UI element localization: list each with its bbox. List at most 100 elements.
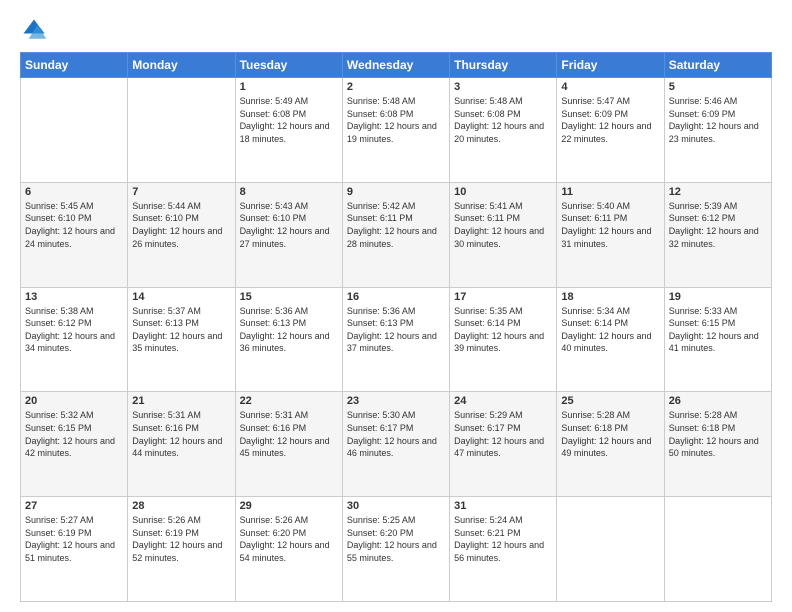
day-header-tuesday: Tuesday [235, 53, 342, 78]
calendar-cell: 14 Sunrise: 5:37 AM Sunset: 6:13 PM Dayli… [128, 287, 235, 392]
day-number: 28 [132, 500, 230, 512]
day-number: 30 [347, 500, 445, 512]
day-header-thursday: Thursday [450, 53, 557, 78]
calendar-cell: 2 Sunrise: 5:48 AM Sunset: 6:08 PM Daylig… [342, 78, 449, 183]
day-number: 11 [561, 186, 659, 198]
day-info: Sunrise: 5:48 AM Sunset: 6:08 PM Dayligh… [347, 95, 445, 145]
calendar-cell: 13 Sunrise: 5:38 AM Sunset: 6:12 PM Dayli… [21, 287, 128, 392]
week-row-4: 27 Sunrise: 5:27 AM Sunset: 6:19 PM Dayli… [21, 497, 772, 602]
logo-icon [20, 16, 48, 44]
day-number: 16 [347, 291, 445, 303]
day-header-sunday: Sunday [21, 53, 128, 78]
day-info: Sunrise: 5:41 AM Sunset: 6:11 PM Dayligh… [454, 200, 552, 250]
day-number: 8 [240, 186, 338, 198]
day-number: 29 [240, 500, 338, 512]
calendar-cell: 8Sunrise: 5:43 AM Sunset: 6:10 PM Daylig… [235, 182, 342, 287]
calendar-cell [21, 78, 128, 183]
calendar-cell [664, 497, 771, 602]
calendar-cell: 31 Sunrise: 5:24 AM Sunset: 6:21 PM Dayli… [450, 497, 557, 602]
day-info: Sunrise: 5:32 AM Sunset: 6:15 PM Dayligh… [25, 409, 123, 459]
calendar-cell: 30Sunrise: 5:25 AM Sunset: 6:20 PM Dayli… [342, 497, 449, 602]
calendar-cell: 28 Sunrise: 5:26 AM Sunset: 6:19 PM Dayli… [128, 497, 235, 602]
day-number: 24 [454, 395, 552, 407]
week-row-0: 1Sunrise: 5:49 AM Sunset: 6:08 PM Daylig… [21, 78, 772, 183]
calendar-cell: 17 Sunrise: 5:35 AM Sunset: 6:14 PM Dayli… [450, 287, 557, 392]
day-number: 27 [25, 500, 123, 512]
day-number: 25 [561, 395, 659, 407]
calendar-cell: 7Sunrise: 5:44 AM Sunset: 6:10 PM Daylig… [128, 182, 235, 287]
day-info: Sunrise: 5:42 AM Sunset: 6:11 PM Dayligh… [347, 200, 445, 250]
calendar-cell: 27 Sunrise: 5:27 AM Sunset: 6:19 PM Dayli… [21, 497, 128, 602]
header [20, 16, 772, 44]
day-info: Sunrise: 5:46 AM Sunset: 6:09 PM Dayligh… [669, 95, 767, 145]
calendar-cell: 21Sunrise: 5:31 AM Sunset: 6:16 PM Dayli… [128, 392, 235, 497]
day-number: 7 [132, 186, 230, 198]
calendar-cell: 26 Sunrise: 5:28 AM Sunset: 6:18 PM Dayli… [664, 392, 771, 497]
day-info: Sunrise: 5:24 AM Sunset: 6:21 PM Dayligh… [454, 514, 552, 564]
calendar-cell: 24 Sunrise: 5:29 AM Sunset: 6:17 PM Dayli… [450, 392, 557, 497]
day-number: 20 [25, 395, 123, 407]
calendar-cell: 9 Sunrise: 5:42 AM Sunset: 6:11 PM Daylig… [342, 182, 449, 287]
day-header-saturday: Saturday [664, 53, 771, 78]
day-number: 26 [669, 395, 767, 407]
calendar-cell: 25 Sunrise: 5:28 AM Sunset: 6:18 PM Dayli… [557, 392, 664, 497]
day-number: 4 [561, 81, 659, 93]
logo [20, 16, 52, 44]
day-number: 9 [347, 186, 445, 198]
day-info: Sunrise: 5:36 AM Sunset: 6:13 PM Dayligh… [347, 305, 445, 355]
day-info: Sunrise: 5:48 AM Sunset: 6:08 PM Dayligh… [454, 95, 552, 145]
day-number: 14 [132, 291, 230, 303]
day-info: Sunrise: 5:37 AM Sunset: 6:13 PM Dayligh… [132, 305, 230, 355]
day-number: 13 [25, 291, 123, 303]
day-number: 31 [454, 500, 552, 512]
day-info: Sunrise: 5:29 AM Sunset: 6:17 PM Dayligh… [454, 409, 552, 459]
day-number: 18 [561, 291, 659, 303]
day-info: Sunrise: 5:38 AM Sunset: 6:12 PM Dayligh… [25, 305, 123, 355]
day-info: Sunrise: 5:45 AM Sunset: 6:10 PM Dayligh… [25, 200, 123, 250]
calendar-cell: 3 Sunrise: 5:48 AM Sunset: 6:08 PM Daylig… [450, 78, 557, 183]
day-number: 10 [454, 186, 552, 198]
day-info: Sunrise: 5:28 AM Sunset: 6:18 PM Dayligh… [561, 409, 659, 459]
calendar-cell [128, 78, 235, 183]
calendar-cell: 18Sunrise: 5:34 AM Sunset: 6:14 PM Dayli… [557, 287, 664, 392]
day-number: 23 [347, 395, 445, 407]
day-number: 17 [454, 291, 552, 303]
week-row-1: 6 Sunrise: 5:45 AM Sunset: 6:10 PM Daylig… [21, 182, 772, 287]
day-info: Sunrise: 5:26 AM Sunset: 6:19 PM Dayligh… [132, 514, 230, 564]
day-number: 12 [669, 186, 767, 198]
day-info: Sunrise: 5:33 AM Sunset: 6:15 PM Dayligh… [669, 305, 767, 355]
day-info: Sunrise: 5:27 AM Sunset: 6:19 PM Dayligh… [25, 514, 123, 564]
day-info: Sunrise: 5:30 AM Sunset: 6:17 PM Dayligh… [347, 409, 445, 459]
calendar-cell: 23 Sunrise: 5:30 AM Sunset: 6:17 PM Dayli… [342, 392, 449, 497]
calendar-cell: 1Sunrise: 5:49 AM Sunset: 6:08 PM Daylig… [235, 78, 342, 183]
day-info: Sunrise: 5:49 AM Sunset: 6:08 PM Dayligh… [240, 95, 338, 145]
day-number: 5 [669, 81, 767, 93]
calendar-cell: 19 Sunrise: 5:33 AM Sunset: 6:15 PM Dayli… [664, 287, 771, 392]
calendar-cell: 6 Sunrise: 5:45 AM Sunset: 6:10 PM Daylig… [21, 182, 128, 287]
calendar-cell: 12 Sunrise: 5:39 AM Sunset: 6:12 PM Dayli… [664, 182, 771, 287]
page: SundayMondayTuesdayWednesdayThursdayFrid… [0, 0, 792, 612]
day-info: Sunrise: 5:31 AM Sunset: 6:16 PM Dayligh… [132, 409, 230, 459]
day-info: Sunrise: 5:26 AM Sunset: 6:20 PM Dayligh… [240, 514, 338, 564]
day-info: Sunrise: 5:28 AM Sunset: 6:18 PM Dayligh… [669, 409, 767, 459]
day-number: 6 [25, 186, 123, 198]
calendar-cell: 11Sunrise: 5:40 AM Sunset: 6:11 PM Dayli… [557, 182, 664, 287]
week-row-2: 13 Sunrise: 5:38 AM Sunset: 6:12 PM Dayli… [21, 287, 772, 392]
day-header-wednesday: Wednesday [342, 53, 449, 78]
day-info: Sunrise: 5:35 AM Sunset: 6:14 PM Dayligh… [454, 305, 552, 355]
week-row-3: 20 Sunrise: 5:32 AM Sunset: 6:15 PM Dayli… [21, 392, 772, 497]
day-number: 3 [454, 81, 552, 93]
day-number: 2 [347, 81, 445, 93]
calendar-cell: 10 Sunrise: 5:41 AM Sunset: 6:11 PM Dayli… [450, 182, 557, 287]
calendar-cell: 16 Sunrise: 5:36 AM Sunset: 6:13 PM Dayli… [342, 287, 449, 392]
day-info: Sunrise: 5:31 AM Sunset: 6:16 PM Dayligh… [240, 409, 338, 459]
calendar-cell: 29 Sunrise: 5:26 AM Sunset: 6:20 PM Dayli… [235, 497, 342, 602]
day-number: 22 [240, 395, 338, 407]
calendar-table: SundayMondayTuesdayWednesdayThursdayFrid… [20, 52, 772, 602]
calendar-cell [557, 497, 664, 602]
calendar-cell: 15Sunrise: 5:36 AM Sunset: 6:13 PM Dayli… [235, 287, 342, 392]
day-number: 19 [669, 291, 767, 303]
day-info: Sunrise: 5:39 AM Sunset: 6:12 PM Dayligh… [669, 200, 767, 250]
day-header-monday: Monday [128, 53, 235, 78]
calendar-cell: 5 Sunrise: 5:46 AM Sunset: 6:09 PM Daylig… [664, 78, 771, 183]
